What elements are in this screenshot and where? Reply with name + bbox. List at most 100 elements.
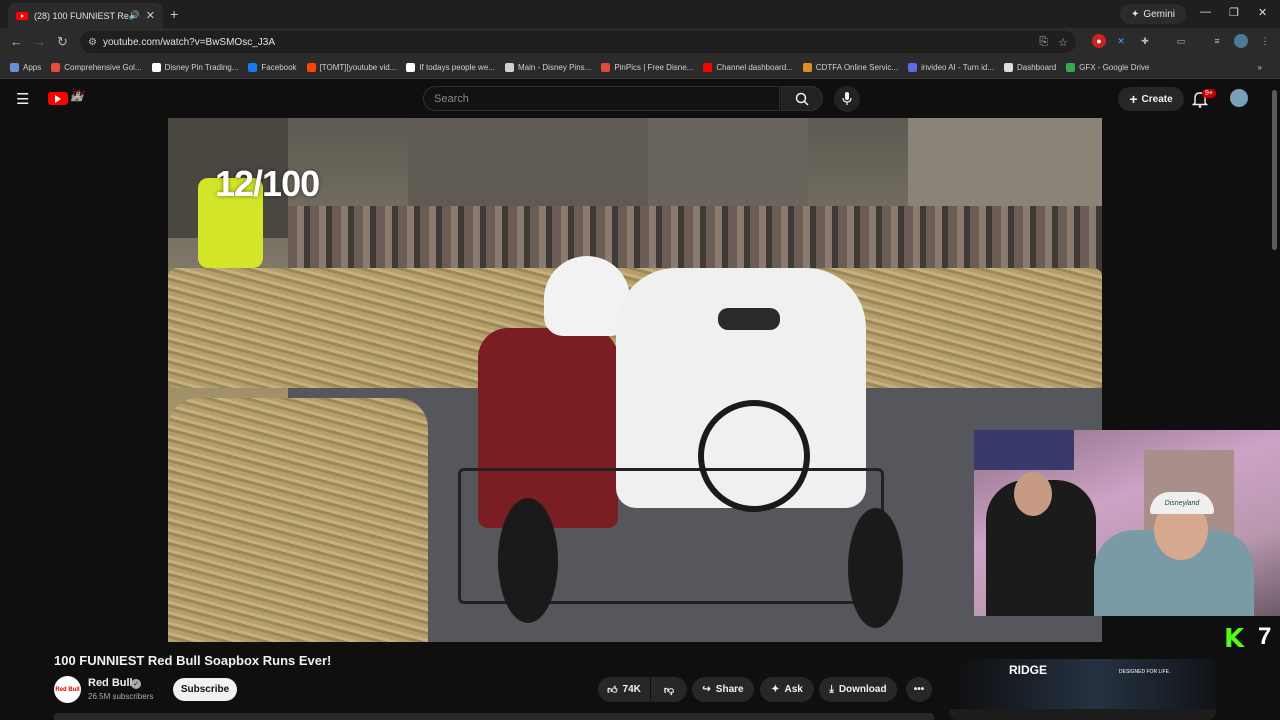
profile-avatar[interactable] — [1234, 34, 1248, 48]
back-icon[interactable]: ← — [10, 34, 23, 49]
download-label: Download — [838, 684, 887, 695]
minimize-icon[interactable]: — — [1200, 6, 1211, 18]
more-actions-button[interactable]: ••• — [906, 677, 932, 702]
search-input[interactable]: Search — [423, 86, 780, 111]
site-info-icon[interactable]: ⚙ — [88, 37, 97, 48]
bookmark-label: Channel dashboard... — [716, 62, 793, 72]
sidepanel-icon[interactable]: ▭ — [1174, 34, 1188, 48]
bookmark-item[interactable]: If todays people we... — [406, 62, 495, 72]
address-bar[interactable]: ⚙ youtube.com/watch?v=BwSMOsc_J3A ⎘ ☆ — [80, 31, 1076, 53]
channel-name[interactable]: Red Bull — [88, 677, 133, 689]
bookmark-favicon-icon — [51, 62, 61, 72]
bookmark-item[interactable]: GFX - Google Drive — [1066, 62, 1149, 72]
channel-avatar[interactable]: Red Bull — [54, 676, 81, 703]
subscriber-count: 26.5M subscribers — [88, 692, 154, 701]
bookmark-label: invideo AI - Turn id... — [921, 62, 994, 72]
bookmark-item[interactable]: PinPics | Free Disne... — [601, 62, 694, 72]
new-tab-icon[interactable]: + — [170, 6, 178, 22]
bookmark-favicon-icon — [601, 62, 611, 72]
reload-icon[interactable]: ↻ — [57, 34, 68, 50]
search-icon — [795, 92, 809, 106]
tab-audio-icon[interactable]: 🔊 — [129, 10, 140, 21]
bookmark-favicon-icon — [306, 62, 316, 72]
like-count: 74K — [622, 684, 641, 695]
bookmark-item[interactable]: Apps — [10, 62, 42, 72]
sponsored-card[interactable]: RIDGE DESIGNED FOR LIFE. — [949, 659, 1216, 720]
webcam-face-left — [1014, 472, 1052, 516]
extension-blue-icon[interactable]: ✕ — [1114, 34, 1128, 48]
media-controls-icon[interactable]: ≡ — [1210, 34, 1224, 48]
video-goggles — [718, 308, 780, 330]
extensions-puzzle-icon[interactable]: ✚ — [1138, 34, 1152, 48]
url-text: youtube.com/watch?v=BwSMOsc_J3A — [102, 36, 275, 48]
search-placeholder: Search — [434, 92, 469, 105]
bookmark-label: If todays people we... — [419, 62, 495, 72]
kick-logo: K — [1224, 624, 1245, 654]
bookmark-star-icon[interactable]: ☆ — [1058, 36, 1068, 49]
ad-brand: RIDGE — [1009, 663, 1048, 677]
gemini-label: Gemini — [1143, 8, 1176, 20]
sparkle-icon: ✦ — [771, 684, 780, 695]
bookmark-item[interactable]: Main - Disney Pins... — [504, 62, 592, 72]
dislike-button[interactable]: 👎︎ — [651, 677, 687, 702]
ask-button[interactable]: ✦ Ask — [760, 677, 814, 702]
bookmark-label: CDTFA Online Servic... — [815, 62, 899, 72]
like-button[interactable]: 👍︎ 74K — [598, 677, 650, 702]
channel-avatar-text: Red Bull — [55, 686, 80, 693]
bookmark-favicon-icon — [10, 62, 19, 72]
extension-red-icon[interactable]: ● — [1092, 34, 1106, 48]
thumbs-down-icon: 👎︎ — [663, 684, 675, 696]
bookmarks-overflow-icon[interactable]: » — [1258, 63, 1262, 72]
account-avatar[interactable] — [1230, 89, 1248, 107]
ad-tagline: DESIGNED FOR LIFE. — [1119, 669, 1171, 675]
webcam-overlay: Disneyland — [974, 430, 1280, 616]
chrome-menu-icon[interactable]: ⋮ — [1258, 34, 1272, 48]
search-button[interactable] — [781, 86, 823, 111]
microphone-icon — [842, 92, 852, 105]
bookmark-label: PinPics | Free Disne... — [614, 62, 694, 72]
window-close-icon[interactable]: ✕ — [1258, 6, 1267, 19]
verified-badge-icon: ✓ — [131, 679, 141, 689]
bookmark-favicon-icon — [406, 62, 416, 72]
video-crowd — [288, 206, 1102, 276]
browser-tab-active[interactable]: (28) 100 FUNNIEST Red Bull 🔊 ✕ — [8, 3, 163, 28]
video-wheel — [848, 508, 903, 628]
create-button[interactable]: + Create — [1118, 87, 1184, 111]
hamburger-menu-icon[interactable]: ☰ — [16, 90, 29, 108]
tab-close-icon[interactable]: ✕ — [146, 9, 155, 22]
bookmark-item[interactable]: [TOMT][youtube vid... — [306, 62, 397, 72]
restore-icon[interactable]: ❐ — [1229, 6, 1239, 19]
gemini-sparkle-icon: ✦ — [1130, 8, 1140, 20]
ad-image — [949, 659, 1216, 709]
voice-search-button[interactable] — [834, 86, 860, 112]
page-scrollbar[interactable] — [1272, 90, 1277, 250]
bookmark-item[interactable]: invideo AI - Turn id... — [908, 62, 994, 72]
bookmark-item[interactable]: CDTFA Online Servic... — [802, 62, 899, 72]
video-overlay-counter: 12/100 — [215, 163, 320, 204]
bookmark-item[interactable]: Facebook — [248, 62, 297, 72]
bookmark-item[interactable]: Dashboard — [1004, 62, 1057, 72]
download-button[interactable]: ⤓ Download — [819, 677, 897, 702]
bookmark-item[interactable]: Comprehensive Gol... — [51, 62, 142, 72]
browser-tab-strip — [0, 0, 1280, 28]
bookmark-label: Dashboard — [1017, 62, 1057, 72]
forward-icon[interactable]: → — [33, 34, 46, 49]
bookmark-favicon-icon — [1066, 62, 1076, 72]
bookmark-label: Apps — [23, 62, 42, 72]
share-button[interactable]: ↪ Share — [692, 677, 754, 702]
bookmark-favicon-icon — [248, 62, 258, 72]
bookmark-item[interactable]: Channel dashboard... — [703, 62, 793, 72]
bookmark-favicon-icon — [1004, 62, 1013, 72]
youtube-favicon-icon — [16, 11, 28, 20]
bookmark-label: [TOMT][youtube vid... — [319, 62, 397, 72]
gemini-button[interactable]: ✦ Gemini — [1120, 4, 1186, 24]
bookmark-label: Comprehensive Gol... — [64, 62, 142, 72]
install-app-icon[interactable]: ⎘ — [1039, 36, 1048, 49]
video-title: 100 FUNNIEST Red Bull Soapbox Runs Ever! — [54, 653, 332, 668]
bookmark-item[interactable]: Disney Pin Trading... — [151, 62, 238, 72]
kick-number: 7 — [1258, 623, 1272, 650]
youtube-logo-icon[interactable] — [48, 92, 68, 105]
subscribe-button[interactable]: Subscribe — [173, 678, 237, 701]
bookmark-favicon-icon — [703, 62, 713, 72]
bookmark-label: Main - Disney Pins... — [517, 62, 592, 72]
